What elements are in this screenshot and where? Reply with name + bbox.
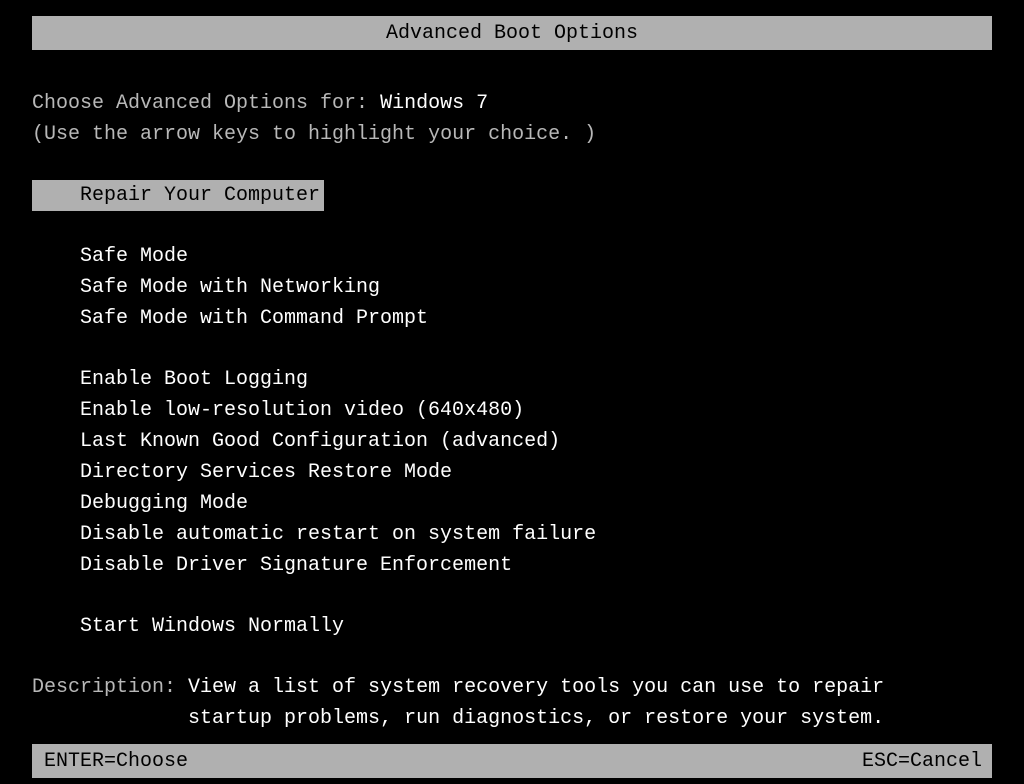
title-text: Advanced Boot Options bbox=[386, 22, 638, 45]
footer-esc: ESC=Cancel bbox=[862, 746, 982, 777]
boot-menu-item[interactable]: Last Known Good Configuration (advanced) bbox=[32, 426, 992, 457]
title-bar: Advanced Boot Options bbox=[32, 16, 992, 50]
content-area: Choose Advanced Options for: Windows 7 (… bbox=[0, 50, 1024, 734]
description-line1: View a list of system recovery tools you… bbox=[188, 676, 884, 699]
choose-prompt-prefix: Choose Advanced Options for: bbox=[32, 92, 380, 115]
description-line2-indent bbox=[32, 707, 188, 730]
boot-menu-item[interactable]: Disable automatic restart on system fail… bbox=[32, 519, 992, 550]
description-block: Description: View a list of system recov… bbox=[32, 672, 992, 734]
description-line2: startup problems, run diagnostics, or re… bbox=[188, 707, 884, 730]
os-name: Windows 7 bbox=[380, 92, 488, 115]
description-label: Description: bbox=[32, 676, 188, 699]
footer-bar: ENTER=Choose ESC=Cancel bbox=[32, 744, 992, 778]
boot-menu-item[interactable]: Safe Mode with Command Prompt bbox=[32, 303, 992, 334]
boot-menu-item[interactable]: Debugging Mode bbox=[32, 488, 992, 519]
boot-menu-item[interactable]: Enable low-resolution video (640x480) bbox=[32, 395, 992, 426]
boot-menu-item[interactable]: Start Windows Normally bbox=[32, 611, 992, 642]
arrow-hint: (Use the arrow keys to highlight your ch… bbox=[32, 119, 992, 150]
boot-menu-item[interactable]: Safe Mode bbox=[32, 241, 992, 272]
boot-menu: Repair Your ComputerSafe ModeSafe Mode w… bbox=[32, 180, 992, 642]
choose-prompt-line: Choose Advanced Options for: Windows 7 bbox=[32, 88, 992, 119]
boot-menu-item[interactable]: Enable Boot Logging bbox=[32, 364, 992, 395]
footer-enter: ENTER=Choose bbox=[44, 746, 188, 777]
boot-menu-item[interactable]: Safe Mode with Networking bbox=[32, 272, 992, 303]
boot-menu-item[interactable]: Directory Services Restore Mode bbox=[32, 457, 992, 488]
boot-menu-item[interactable]: Repair Your Computer bbox=[32, 180, 324, 211]
boot-menu-item[interactable]: Disable Driver Signature Enforcement bbox=[32, 550, 992, 581]
